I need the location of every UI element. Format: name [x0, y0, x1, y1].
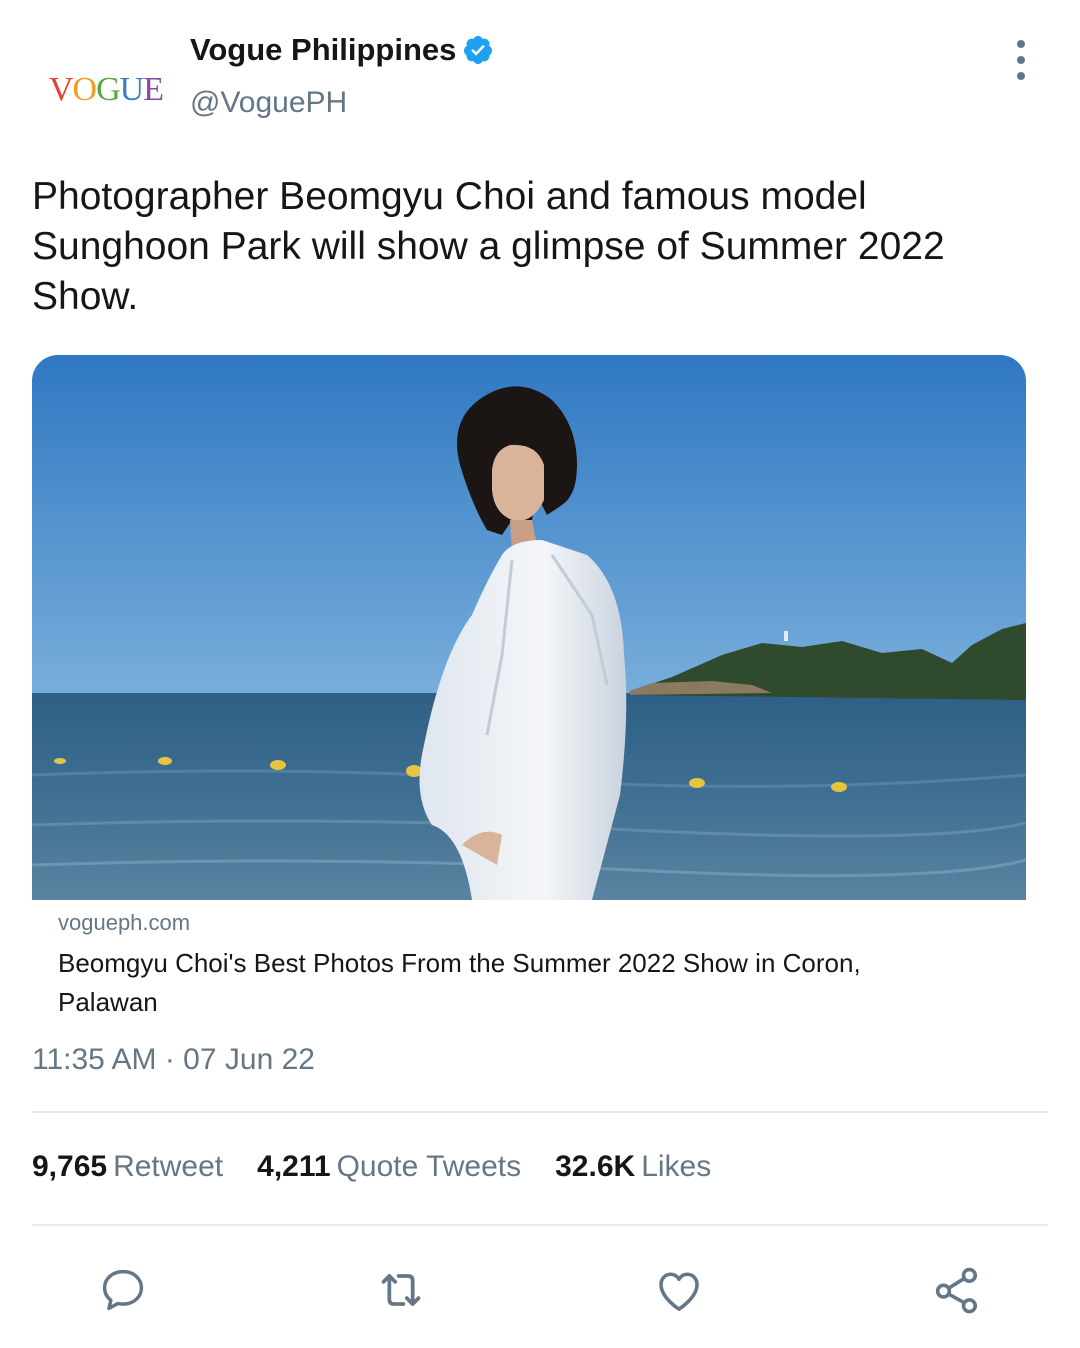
reply-icon[interactable] [95, 1262, 151, 1318]
retweet-count: 9,765 [32, 1150, 108, 1183]
quote-label: Quote Tweets [336, 1150, 522, 1183]
display-name[interactable]: Vogue Philippines [190, 28, 494, 72]
likes-stat[interactable]: 32.6K Likes [555, 1150, 711, 1184]
verified-badge-icon [464, 36, 493, 64]
tweet-text: Photographer Beomgyu Choi and famous mod… [32, 175, 945, 318]
retweet-icon[interactable] [373, 1262, 429, 1318]
quote-stat[interactable]: 4,211 Quote Tweets [257, 1150, 521, 1184]
display-name-text: Vogue Philippines [190, 32, 457, 67]
tweet-stats: 9,765 Retweet 4,211 Quote Tweets 32.6K Like… [32, 1150, 745, 1184]
tweet-header: VOGUE Vogue Philippines @VoguePH [32, 28, 1048, 138]
handle[interactable]: @VoguePH [190, 86, 494, 120]
divider-bottom [32, 1224, 1048, 1226]
likes-label: Likes [641, 1150, 712, 1183]
divider-top [32, 1111, 1048, 1113]
like-icon[interactable] [651, 1262, 707, 1318]
share-icon[interactable] [929, 1262, 985, 1318]
card-title[interactable]: Beomgyu Choi's Best Photos From the Summ… [58, 944, 918, 1022]
vogue-logo: VOGUE [48, 71, 164, 108]
likes-count: 32.6K [555, 1150, 636, 1183]
action-bar [0, 1262, 1080, 1318]
quote-count: 4,211 [257, 1150, 331, 1183]
card-image [32, 355, 1026, 900]
tweet-timestamp[interactable]: 11:35 AM · 07 Jun 22 [32, 1043, 315, 1077]
card-meta: vogueph.com Beomgyu Choi's Best Photos F… [32, 900, 1026, 1035]
more-options-icon[interactable] [1012, 40, 1030, 80]
retweet-stat[interactable]: 9,765 Retweet [32, 1150, 223, 1184]
avatar[interactable]: VOGUE [38, 58, 174, 122]
link-card[interactable]: vogueph.com Beomgyu Choi's Best Photos F… [32, 355, 1026, 1035]
card-domain: vogueph.com [58, 910, 191, 935]
retweet-label: Retweet [113, 1150, 224, 1183]
author-block[interactable]: Vogue Philippines @VoguePH [190, 28, 494, 120]
